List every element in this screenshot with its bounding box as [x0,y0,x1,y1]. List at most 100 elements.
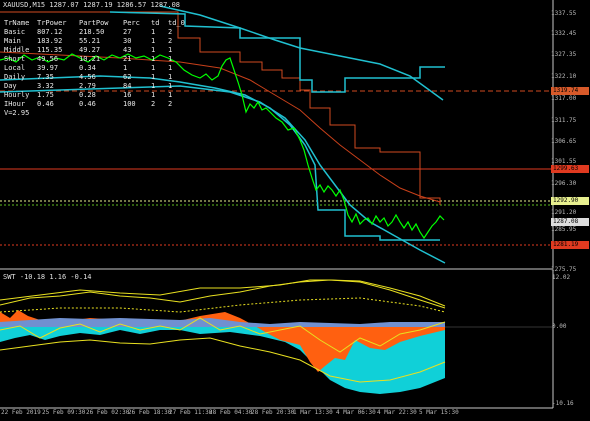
header-cell: PartPow [79,19,109,27]
price-box-level: 1281.19 [551,241,589,249]
table-cell: 55.21 [79,37,101,45]
table-cell: 1 [151,46,156,54]
header-cell: TrName [4,19,30,27]
band-upper-line [0,279,446,309]
time-tick: 28 Feb 04:30 [209,409,253,416]
table-cell: 1 [168,46,173,54]
table-row: Basic 807.12 218.50 27 1 2 [4,28,186,37]
v-value: V=2.95 [4,109,30,117]
table-cell: 0.28 [79,91,96,99]
table-cell: 2 [168,100,173,108]
table-row: Day 3.32 2.79 84 1 1 [4,82,186,91]
table-cell: 1 [151,91,156,99]
table-cell: 1 [123,64,128,72]
table-row: Daily 7.35 4.56 62 1 1 [4,73,186,82]
table-cell: 1 [168,64,173,72]
table-cell: 2.79 [79,82,96,90]
time-tick: 4 Mar 22:30 [377,409,417,416]
table-cell: 43 [123,46,132,54]
time-tick: 25 Feb 09:30 [42,409,86,416]
table-cell: 4.56 [79,73,96,81]
table-cell: 2 [151,100,156,108]
time-tick: 26 Feb 02:30 [86,409,130,416]
table-cell: 84 [123,82,132,90]
time-tick: 27 Feb 11:30 [169,409,213,416]
indicator-title: SWT -10.18 1.16 -0.14 [3,273,92,281]
table-cell: 30 [123,37,132,45]
band-mid-line [0,297,446,313]
price-box-level: 1292.90 [551,197,589,205]
table-cell: 10.21 [79,55,101,63]
time-tick: 26 Feb 18:30 [128,409,172,416]
band-outer-line [0,279,446,307]
time-tick: 22 Feb 2019 [1,409,41,416]
price-tick: 1332.45 [551,30,577,37]
table-cell: 62 [123,73,132,81]
price-tick: 1291.20 [551,209,577,216]
header-cell: Perc [123,19,140,27]
table-cell: 1 [151,73,156,81]
table-cell: 0.46 [37,100,54,108]
time-tick: 4 Mar 06:30 [336,409,376,416]
info-table-header: TrName TrPower PartPow Perc td td_0 [4,19,186,28]
price-tick: 1337.55 [551,10,577,17]
table-cell: 3.32 [37,82,54,90]
indicator-tick: -10.16 [552,400,574,407]
table-cell: Local [4,64,26,72]
table-cell: Day [4,82,17,90]
table-cell: Main [4,37,21,45]
table-cell: Middle [4,46,30,54]
table-row: Short 49.56 10.21 21 1 1 [4,55,186,64]
table-row: IHour 0.46 0.46 100 2 2 [4,100,186,109]
header-cell: TrPower [37,19,67,27]
price-tick: 1285.95 [551,226,577,233]
table-cell: 1 [151,55,156,63]
table-cell: 1 [168,55,173,63]
table-cell: 115.35 [37,46,63,54]
price-tick: 1311.75 [551,117,577,124]
time-tick: 28 Feb 20:30 [251,409,295,416]
chart-title: XAUUSD,M15 1287.07 1287.19 1286.57 1287.… [3,1,181,9]
table-cell: 1 [151,64,156,72]
table-cell: 1 [151,37,156,45]
price-tick: 1317.00 [551,95,577,102]
indicator-tick: 0.00 [552,323,567,330]
table-cell: 7.35 [37,73,54,81]
table-cell: 2 [168,37,173,45]
table-cell: 0.34 [79,64,96,72]
table-cell: 1 [151,82,156,90]
table-cell: IHour [4,100,26,108]
table-cell: Short [4,55,26,63]
price-tick: 1275.75 [551,266,577,273]
table-cell: 183.92 [37,37,63,45]
table-cell: Daily [4,73,26,81]
table-cell: 1 [168,73,173,81]
table-cell: 21 [123,55,132,63]
table-cell: 1.75 [37,91,54,99]
header-cell: td_0 [168,19,185,27]
indicator-tick: 12.02 [552,274,571,281]
table-row: Hourly 1.75 0.28 16 1 1 [4,91,186,100]
table-cell: 100 [123,100,136,108]
table-cell: Hourly [4,91,30,99]
table-cell: 1 [151,28,156,36]
info-table: TrName TrPower PartPow Perc td td_0 Basi… [4,19,186,118]
price-tick: 1306.65 [551,138,577,145]
table-cell: 1 [168,91,173,99]
header-cell: td [151,19,160,27]
table-cell: 218.50 [79,28,105,36]
table-cell: 49.27 [79,46,101,54]
table-cell: 2 [168,28,173,36]
table-cell: 16 [123,91,132,99]
time-tick: 1 Mar 13:30 [293,409,333,416]
table-cell: 39.97 [37,64,59,72]
table-row: Local 39.97 0.34 1 1 1 [4,64,186,73]
price-box-level: 1319.74 [551,87,589,95]
table-cell: Basic [4,28,26,36]
price-tick: 1322.10 [551,73,577,80]
table-cell: 49.56 [37,55,59,63]
price-box-level: 1299.63 [551,165,589,173]
table-row: Main 183.92 55.21 30 1 2 [4,37,186,46]
table-row: Middle 115.35 49.27 43 1 1 [4,46,186,55]
time-tick: 5 Mar 15:30 [419,409,459,416]
